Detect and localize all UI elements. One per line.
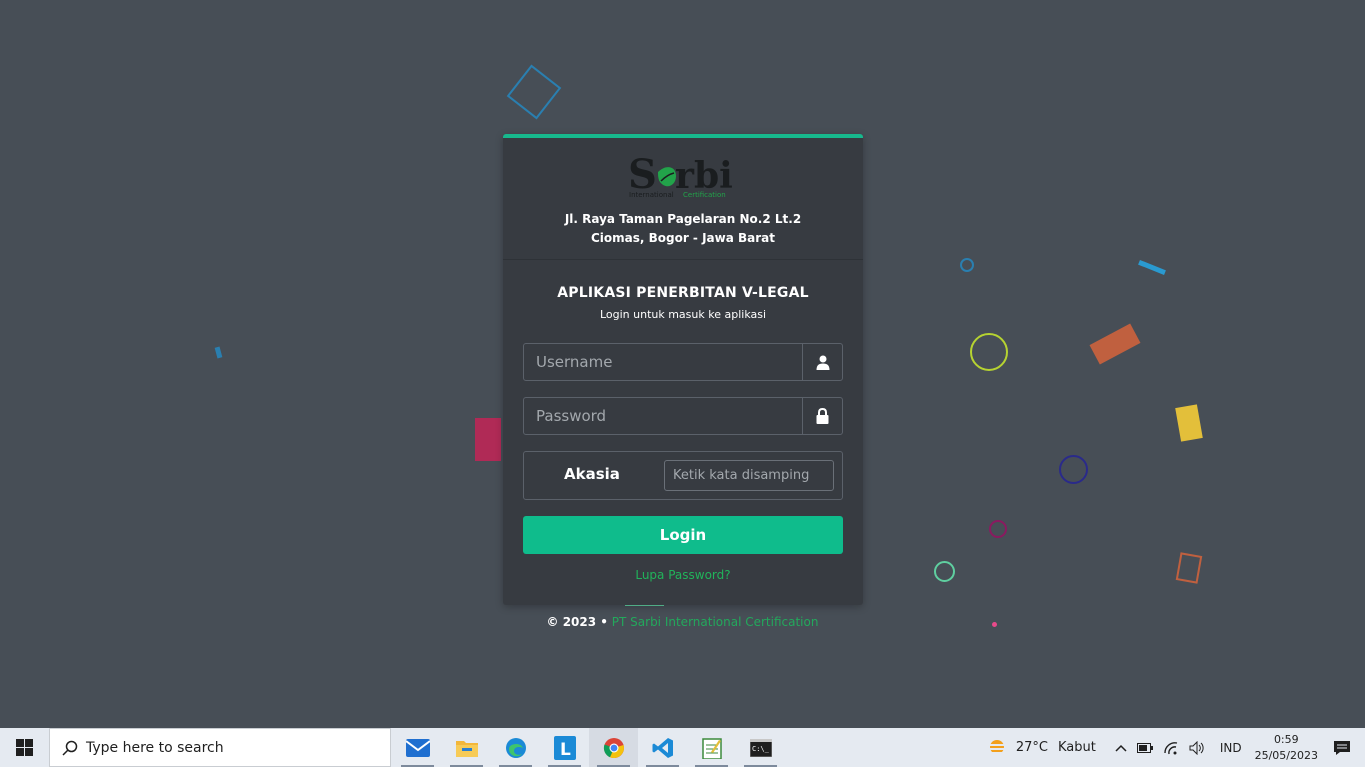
- mail-icon[interactable]: [393, 728, 442, 767]
- confetti-shape: [934, 561, 955, 582]
- captcha-input[interactable]: [664, 460, 834, 491]
- company-link[interactable]: PT Sarbi International Certification: [612, 615, 819, 629]
- login-card: S rbi International Certification Jl. Ra…: [503, 134, 863, 605]
- card-header: S rbi International Certification Jl. Ra…: [503, 138, 863, 260]
- page-title: APLIKASI PENERBITAN V-LEGAL: [557, 285, 809, 301]
- chrome-icon[interactable]: [589, 728, 638, 767]
- confetti-shape: [970, 333, 1008, 371]
- taskbar: Type here to search L C:\_ 27°C Kabut IN…: [0, 728, 1365, 767]
- confetti-shape: [475, 418, 501, 461]
- company-address: Jl. Raya Taman Pagelaran No.2 Lt.2 Cioma…: [503, 210, 863, 248]
- weather-temp: 27°C: [1015, 740, 1048, 755]
- weather-widget[interactable]: 27°C Kabut: [986, 739, 1096, 757]
- svg-text:International: International: [629, 191, 674, 199]
- clock-time: 0:59: [1273, 732, 1299, 746]
- svg-text:C:\_: C:\_: [752, 745, 770, 753]
- notifications-icon[interactable]: [1333, 740, 1351, 756]
- captcha-word: Akasia: [564, 465, 620, 483]
- search-icon: [62, 740, 78, 756]
- system-tray: 27°C Kabut IND 0:59 25/05/2023: [986, 728, 1365, 767]
- vscode-icon[interactable]: [638, 728, 687, 767]
- confetti-shape: [1089, 323, 1141, 365]
- user-icon: [802, 344, 842, 380]
- terminal-icon[interactable]: C:\_: [736, 728, 785, 767]
- weather-desc: Kabut: [1057, 740, 1096, 755]
- forgot-password-link[interactable]: Lupa Password?: [503, 568, 863, 582]
- svg-text:L: L: [560, 740, 571, 760]
- clock[interactable]: 0:59 25/05/2023: [1255, 732, 1318, 764]
- battery-icon[interactable]: [1136, 742, 1153, 753]
- wifi-icon[interactable]: [1163, 741, 1179, 755]
- confetti-shape: [1175, 404, 1203, 442]
- l-app-icon[interactable]: L: [540, 728, 589, 767]
- company-logo: S rbi International Certification: [628, 152, 738, 202]
- windows-start-icon[interactable]: [0, 728, 49, 767]
- confetti-shape: [214, 346, 223, 359]
- lock-icon: [802, 398, 842, 434]
- taskbar-apps: L C:\_: [393, 728, 785, 767]
- login-button[interactable]: Login: [523, 516, 843, 554]
- confetti-shape: [989, 520, 1007, 538]
- username-input[interactable]: [524, 344, 802, 380]
- page-subtitle: Login untuk masuk ke aplikasi: [599, 308, 767, 321]
- clock-date: 25/05/2023: [1254, 748, 1318, 762]
- password-field-group: [523, 397, 843, 435]
- confetti-shape: [1175, 552, 1203, 584]
- file-explorer-icon[interactable]: [442, 728, 491, 767]
- confetti-shape: [506, 64, 562, 120]
- svg-text:Certification: Certification: [683, 191, 726, 199]
- address-line-2: Ciomas, Bogor - Jawa Barat: [590, 231, 776, 245]
- fog-weather-icon: [986, 739, 1008, 757]
- volume-icon[interactable]: [1189, 740, 1206, 755]
- confetti-shape: [1138, 259, 1166, 276]
- copyright-text: © 2023 •: [546, 615, 608, 629]
- notepad-icon[interactable]: [687, 728, 736, 767]
- search-placeholder: Type here to search: [86, 739, 224, 756]
- captcha-group: Akasia: [523, 451, 843, 500]
- confetti-shape: [960, 258, 974, 272]
- footer: © 2023 • PT Sarbi International Certific…: [0, 615, 1365, 629]
- language-indicator[interactable]: IND: [1220, 741, 1242, 755]
- password-input[interactable]: [524, 398, 802, 434]
- taskbar-search-box[interactable]: Type here to search: [49, 728, 391, 767]
- username-field-group: [523, 343, 843, 381]
- address-line-1: Jl. Raya Taman Pagelaran No.2 Lt.2: [564, 212, 802, 226]
- edge-icon[interactable]: [491, 728, 540, 767]
- chevron-up-icon[interactable]: [1115, 744, 1127, 752]
- confetti-shape: [1059, 455, 1088, 484]
